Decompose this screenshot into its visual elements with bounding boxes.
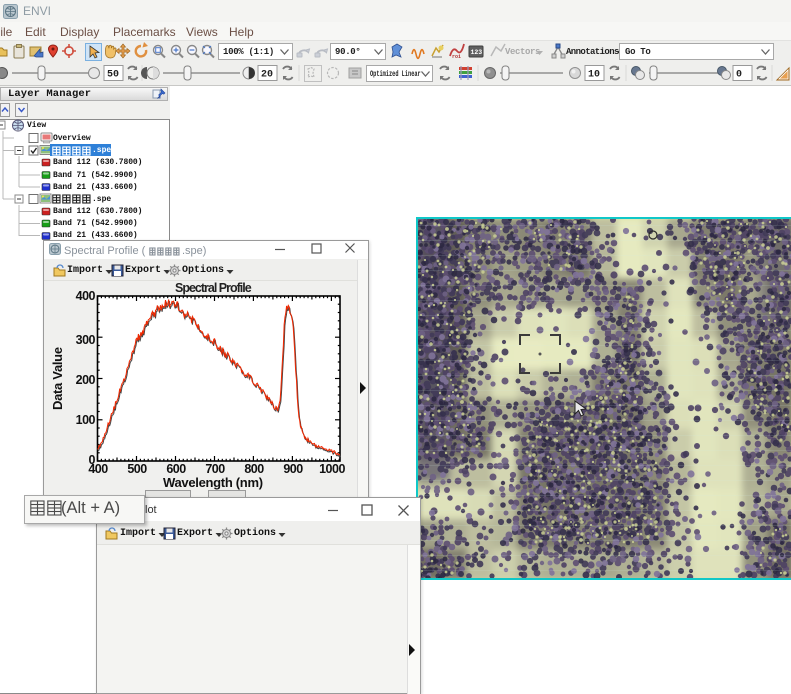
svg-text:10: 10	[588, 70, 600, 81]
svg-text:50: 50	[107, 70, 119, 81]
svg-text:123: 123	[471, 49, 483, 56]
svg-text:20: 20	[261, 70, 273, 81]
svg-text:0: 0	[736, 70, 742, 81]
svg-text:roi: roi	[452, 54, 461, 60]
